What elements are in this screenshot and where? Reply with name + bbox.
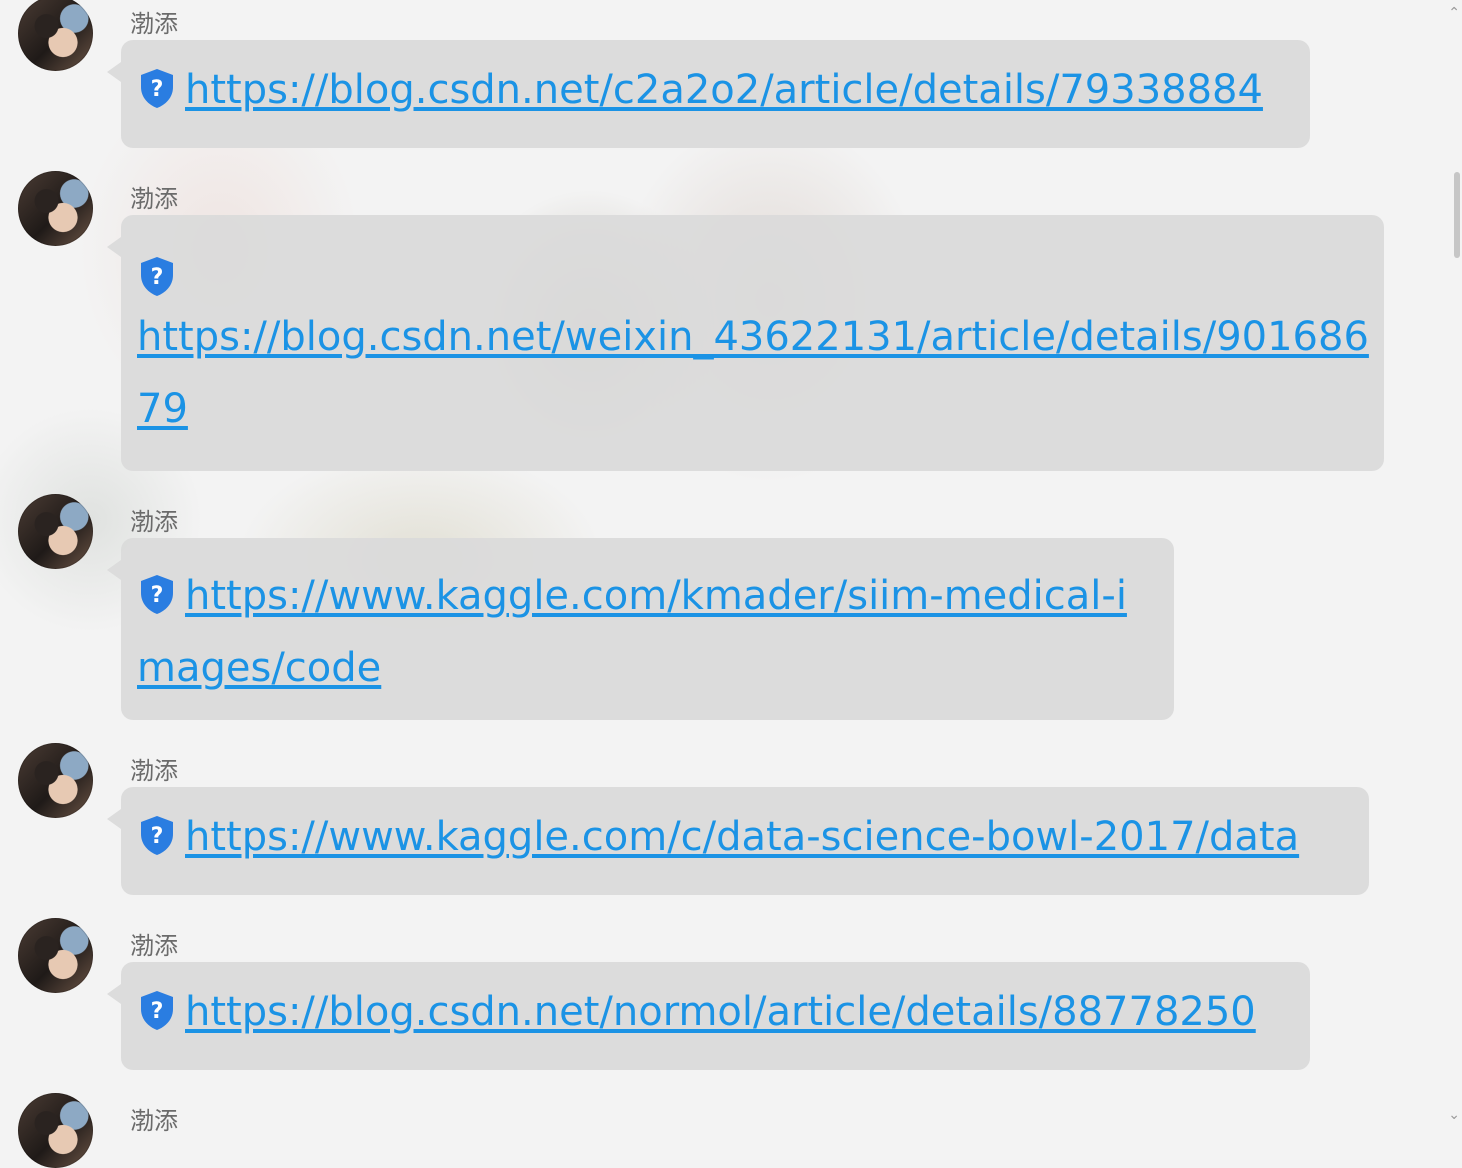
sender-name: 渤添	[130, 508, 178, 536]
sender-name: 渤添	[130, 757, 178, 785]
message-bubble[interactable]: ? https://blog.csdn.net/c2a2o2/article/d…	[107, 40, 1310, 148]
avatar[interactable]	[18, 743, 93, 818]
shield-question-icon: ?	[141, 257, 173, 296]
message-link[interactable]: https://blog.csdn.net/weixin_43622131/ar…	[137, 314, 1369, 432]
avatar[interactable]	[18, 0, 93, 71]
avatar[interactable]	[18, 918, 93, 993]
sender-name: 渤添	[130, 10, 178, 38]
message-link[interactable]: https://blog.csdn.net/c2a2o2/article/det…	[185, 67, 1263, 113]
svg-text:?: ?	[151, 824, 164, 849]
shield-question-icon: ?	[141, 69, 173, 108]
sender-name: 渤添	[130, 1107, 178, 1135]
chat-message-list[interactable]: 渤添 ? https://blog.csdn.net/c2a2o2/articl…	[0, 0, 1462, 1168]
avatar[interactable]	[18, 171, 93, 246]
message-bubble[interactable]: ? https://blog.csdn.net/normol/article/d…	[107, 962, 1310, 1070]
message-bubble[interactable]: ? https://www.kaggle.com/kmader/siim-med…	[107, 538, 1174, 720]
shield-question-icon: ?	[141, 575, 173, 614]
svg-text:?: ?	[151, 265, 164, 290]
avatar[interactable]	[18, 494, 93, 569]
message-link[interactable]: https://www.kaggle.com/c/data-science-bo…	[185, 814, 1299, 860]
message-link[interactable]: https://www.kaggle.com/kmader/siim-medic…	[137, 573, 1127, 691]
svg-text:?: ?	[151, 77, 164, 102]
svg-text:?: ?	[151, 583, 164, 608]
shield-question-icon: ?	[141, 991, 173, 1030]
message-bubble[interactable]: ? https://blog.csdn.net/weixin_43622131/…	[107, 215, 1384, 471]
sender-name: 渤添	[130, 185, 178, 213]
message-bubble[interactable]: ? https://www.kaggle.com/c/data-science-…	[107, 787, 1369, 895]
avatar[interactable]	[18, 1093, 93, 1168]
shield-question-icon: ?	[141, 816, 173, 855]
svg-text:?: ?	[151, 999, 164, 1024]
sender-name: 渤添	[130, 932, 178, 960]
message-link[interactable]: https://blog.csdn.net/normol/article/det…	[185, 989, 1256, 1035]
